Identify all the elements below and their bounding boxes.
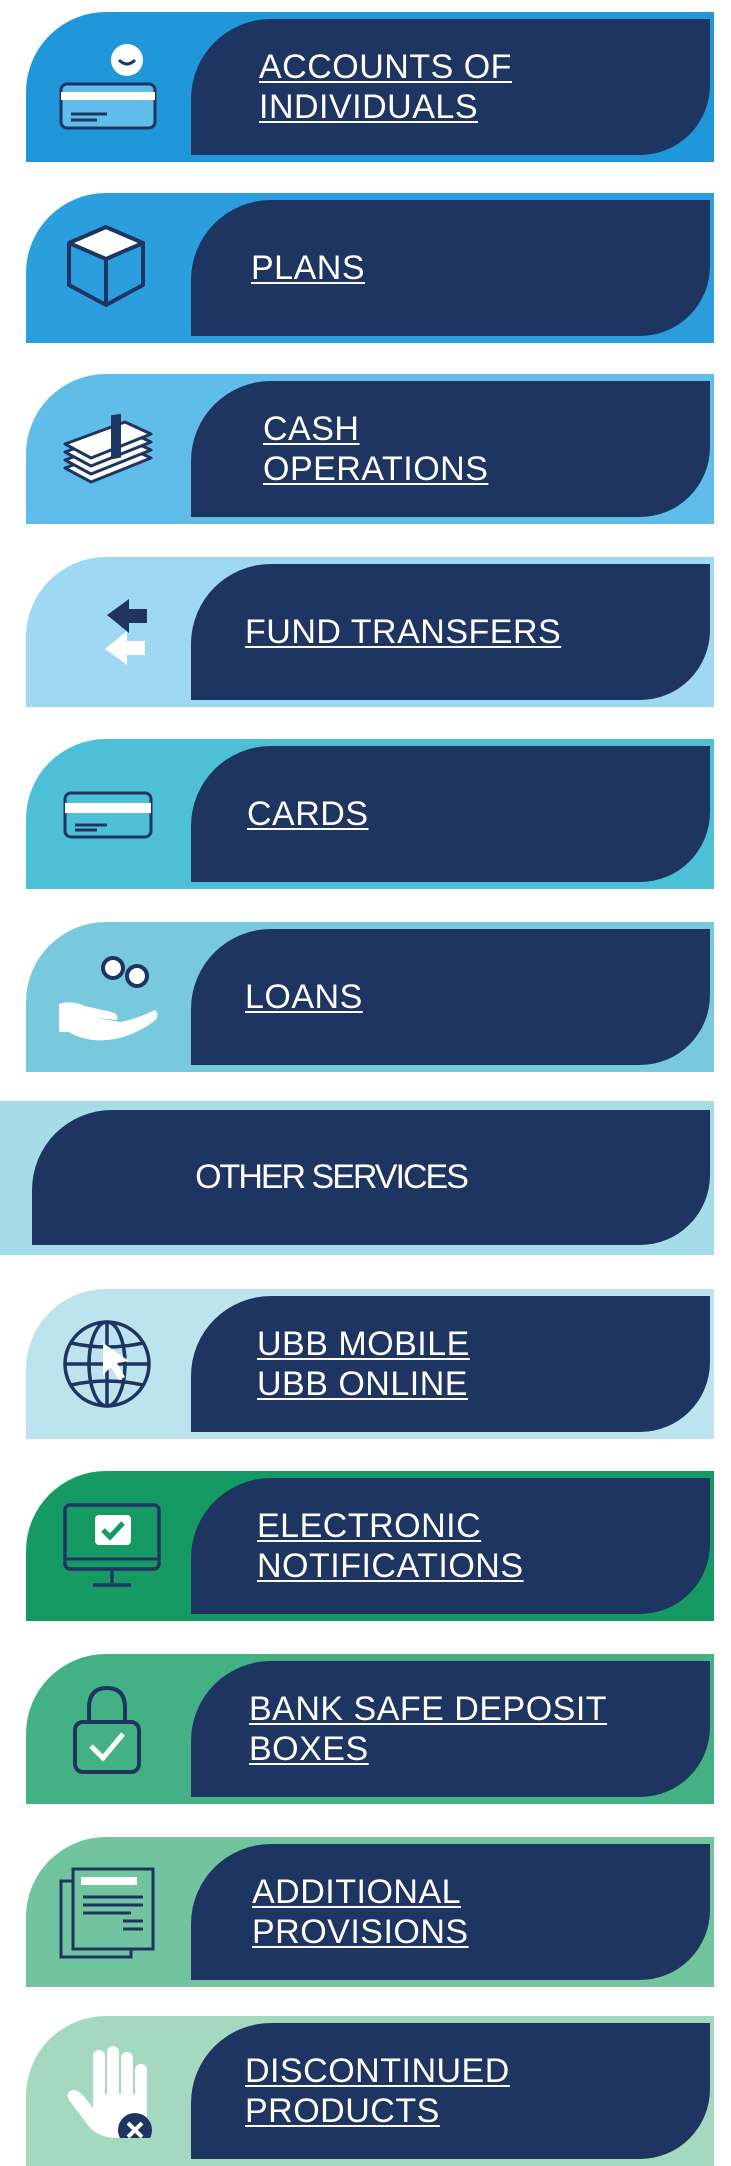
menu-item-additional-provisions[interactable]: ADDITIONAL PROVISIONS [26, 1837, 714, 1987]
label-line: FUND TRANSFERS [245, 613, 562, 651]
label-line: PROVISIONS [252, 1913, 469, 1951]
label-line: OPERATIONS [263, 450, 489, 488]
hand-coins-icon [48, 950, 164, 1044]
menu-item-panel: BANK SAFE DEPOSIT BOXES [191, 1661, 710, 1797]
other-services-header: OTHER SERVICES [0, 1101, 714, 1255]
menu-item-label: FUND TRANSFERS [245, 564, 690, 700]
label-line: ADDITIONAL [252, 1873, 462, 1911]
label-line: CASH [263, 410, 360, 448]
person-card-icon [48, 40, 164, 134]
banknotes-stack-icon [48, 402, 164, 496]
menu-item-label: ADDITIONAL PROVISIONS [252, 1844, 690, 1980]
monitor-check-icon [48, 1499, 164, 1593]
menu-item-loans[interactable]: LOANS [26, 922, 714, 1072]
menu-item-panel: CASH OPERATIONS [191, 381, 710, 517]
menu-item-label: DISCONTINUED PRODUCTS [245, 2023, 690, 2159]
menu-item-panel: UBB MOBILE UBB ONLINE [191, 1296, 710, 1432]
open-box-icon [48, 221, 164, 315]
menu-item-fund-transfers[interactable]: FUND TRANSFERS [26, 557, 714, 707]
menu-item-label: LOANS [245, 929, 690, 1065]
label-line: ACCOUNTS OF [259, 48, 512, 86]
documents-icon [48, 1865, 164, 1959]
menu-item-panel: PLANS [191, 200, 710, 336]
label-line: PLANS [251, 249, 365, 287]
credit-card-icon [48, 767, 164, 861]
label-line: NOTIFICATIONS [257, 1547, 524, 1585]
menu-item-panel: ELECTRONIC NOTIFICATIONS [191, 1478, 710, 1614]
label-line: BOXES [249, 1730, 369, 1768]
menu-item-ubb-mobile-online[interactable]: UBB MOBILE UBB ONLINE [26, 1289, 714, 1439]
menu-item-panel: FUND TRANSFERS [191, 564, 710, 700]
menu-item-discontinued-products[interactable]: DISCONTINUED PRODUCTS [26, 2016, 714, 2166]
menu-item-label: BANK SAFE DEPOSIT BOXES [249, 1661, 690, 1797]
menu-item-panel: CARDS [191, 746, 710, 882]
menu-item-cards[interactable]: CARDS [26, 739, 714, 889]
label-line: LOANS [245, 978, 363, 1016]
menu-item-safe-deposit-boxes[interactable]: BANK SAFE DEPOSIT BOXES [26, 1654, 714, 1804]
menu-item-panel: ADDITIONAL PROVISIONS [191, 1844, 710, 1980]
menu-item-label: PLANS [251, 200, 690, 336]
label-line: CARDS [247, 795, 369, 833]
label-line: INDIVIDUALS [259, 88, 478, 126]
menu-item-label: ELECTRONIC NOTIFICATIONS [257, 1478, 690, 1614]
padlock-check-icon [48, 1682, 164, 1776]
menu-item-panel: ACCOUNTS OF INDIVIDUALS [191, 19, 710, 155]
label-line: PRODUCTS [245, 2092, 440, 2130]
hand-stop-icon [48, 2044, 164, 2138]
label-line: UBB MOBILE [257, 1325, 470, 1363]
menu-item-label: CASH OPERATIONS [263, 381, 690, 517]
label-line: ELECTRONIC [257, 1507, 482, 1545]
other-services-label: OTHER SERVICES [195, 1158, 469, 1196]
menu-item-plans[interactable]: PLANS [26, 193, 714, 343]
label-line: DISCONTINUED [245, 2052, 510, 2090]
label-line: BANK SAFE DEPOSIT [249, 1690, 608, 1728]
menu-item-electronic-notifications[interactable]: ELECTRONIC NOTIFICATIONS [26, 1471, 714, 1621]
other-services-panel: OTHER SERVICES [32, 1110, 710, 1245]
menu-item-label: ACCOUNTS OF INDIVIDUALS [259, 19, 690, 155]
menu-item-panel: LOANS [191, 929, 710, 1065]
label-line: UBB ONLINE [257, 1365, 468, 1403]
menu-item-label: CARDS [247, 746, 690, 882]
globe-cursor-icon [48, 1317, 164, 1411]
menu-item-panel: DISCONTINUED PRODUCTS [191, 2023, 710, 2159]
menu-item-label: UBB MOBILE UBB ONLINE [257, 1296, 690, 1432]
transfer-arrows-icon [48, 585, 164, 679]
menu-item-cash-operations[interactable]: CASH OPERATIONS [26, 374, 714, 524]
menu-item-accounts[interactable]: ACCOUNTS OF INDIVIDUALS [26, 12, 714, 162]
